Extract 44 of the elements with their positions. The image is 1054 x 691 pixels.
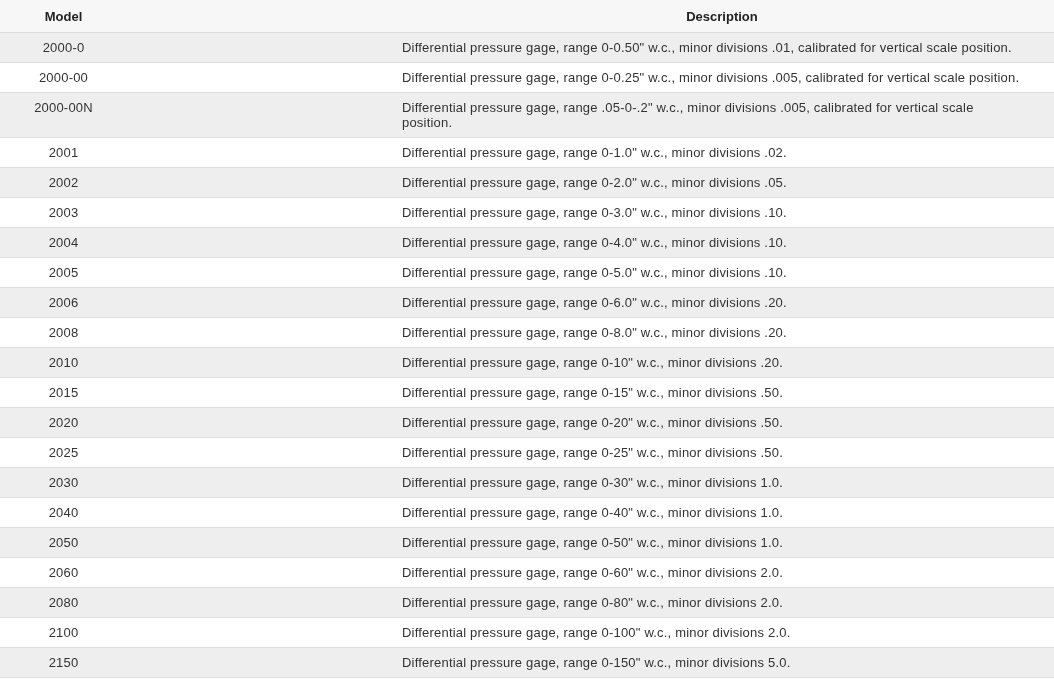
- description-cell: Differential pressure gage, range 0-60" w.c., minor divisions 2.0.: [390, 557, 1054, 588]
- model-cell: 2004: [0, 227, 127, 258]
- model-cell: 2020: [0, 407, 127, 438]
- model-cell: 2080: [0, 587, 127, 618]
- model-cell: 2150: [0, 647, 127, 678]
- model-cell: 2040: [0, 497, 127, 528]
- model-cell: 2010: [0, 347, 127, 378]
- model-cell: 2006: [0, 287, 127, 318]
- description-cell: Differential pressure gage, range 0-100" w.c., minor divisions 2.0.: [390, 617, 1054, 648]
- column-header: Model: [0, 0, 127, 33]
- model-cell: 2000-0: [0, 32, 127, 63]
- description-cell: Differential pressure gage, range 0-8.0" w.c., minor divisions .20.: [390, 317, 1054, 348]
- model-cell: 2000-00: [0, 62, 127, 93]
- description-cell: Differential pressure gage, range 0-40" w.c., minor divisions 1.0.: [390, 497, 1054, 528]
- description-cell: Differential pressure gage, range 0-6.0" w.c., minor divisions .20.: [390, 287, 1054, 318]
- description-cell: Differential pressure gage, range 0-1.0" w.c., minor divisions .02.: [390, 137, 1054, 168]
- description-cell: Differential pressure gage, range 0-2.0" w.c., minor divisions .05.: [390, 167, 1054, 198]
- model-cell: 2100: [0, 617, 127, 648]
- model-cell: 2025: [0, 437, 127, 468]
- description-cell: Differential pressure gage, range 0-20" w.c., minor divisions .50.: [390, 407, 1054, 438]
- description-cell: Differential pressure gage, range 0-30" w.c., minor divisions 1.0.: [390, 467, 1054, 498]
- model-cell: 2000-00N: [0, 92, 127, 138]
- description-cell: Differential pressure gage, range 0-0.50" w.c., minor divisions .01, calibrated for vertical scale position.: [390, 32, 1054, 63]
- description-cell: Differential pressure gage, range 0-4.0" w.c., minor divisions .10.: [390, 227, 1054, 258]
- description-cell: Differential pressure gage, range 0-10" w.c., minor divisions .20.: [390, 347, 1054, 378]
- description-cell: Differential pressure gage, range 0-25" w.c., minor divisions .50.: [390, 437, 1054, 468]
- description-cell: Differential pressure gage, range 0-50" w.c., minor divisions 1.0.: [390, 527, 1054, 558]
- description-cell: Differential pressure gage, range 0-15" w.c., minor divisions .50.: [390, 377, 1054, 408]
- description-cell: Differential pressure gage, range 0-150" w.c., minor divisions 5.0.: [390, 647, 1054, 678]
- model-cell: 2005: [0, 257, 127, 288]
- model-cell: 2001: [0, 137, 127, 168]
- description-cell: Differential pressure gage, range .05-0-.2" w.c., minor divisions .005, calibrated for vertical scale position.: [390, 92, 1054, 138]
- model-cell: 2050: [0, 527, 127, 558]
- model-cell: 2015: [0, 377, 127, 408]
- description-cell: Differential pressure gage, range 0-3.0" w.c., minor divisions .10.: [390, 197, 1054, 228]
- model-cell: 2002: [0, 167, 127, 198]
- model-cell: 2060: [0, 557, 127, 588]
- description-cell: Differential pressure gage, range 0-5.0" w.c., minor divisions .10.: [390, 257, 1054, 288]
- model-cell: 2030: [0, 467, 127, 498]
- model-cell: 2008: [0, 317, 127, 348]
- description-cell: Differential pressure gage, range 0-0.25" w.c., minor divisions .005, calibrated for vertical scale position.: [390, 62, 1054, 93]
- model-cell: 2003: [0, 197, 127, 228]
- description-cell: Differential pressure gage, range 0-80" w.c., minor divisions 2.0.: [390, 587, 1054, 618]
- column-header: Description: [390, 0, 1054, 33]
